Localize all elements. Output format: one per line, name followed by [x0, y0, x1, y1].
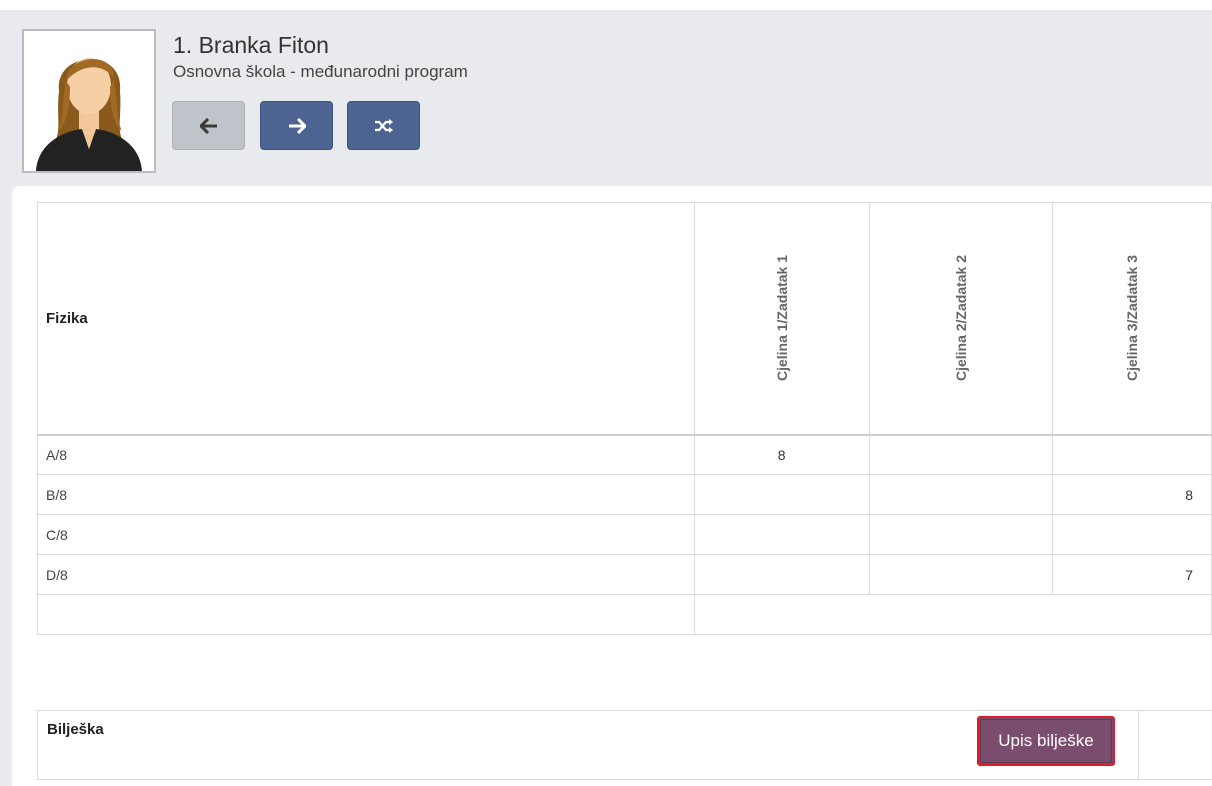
student-name: 1. Branka Fiton — [173, 32, 329, 58]
grade-cell[interactable] — [868, 474, 1053, 515]
grade-cell[interactable] — [868, 554, 1053, 595]
summary-cell — [37, 594, 695, 635]
grade-cell[interactable] — [693, 474, 870, 515]
table-row: B/8 8 — [37, 474, 1212, 515]
row-label: B/8 — [37, 474, 695, 515]
grade-cell[interactable]: 8 — [1051, 474, 1212, 515]
student-header: 1. Branka Fiton Osnovna škola - međunaro… — [0, 10, 1212, 186]
subject-header: Fizika — [37, 202, 695, 436]
grade-cell[interactable]: 8 — [693, 434, 870, 475]
column-header: Cjelina 1/Zadatak 1 — [693, 202, 870, 436]
column-header: Cjelina 2/Zadatak 2 — [868, 202, 1053, 436]
top-strip — [0, 0, 1212, 10]
table-summary-row — [37, 594, 1212, 635]
note-divider — [1138, 711, 1139, 781]
grade-cell[interactable]: 7 — [1051, 554, 1212, 595]
next-student-button[interactable] — [260, 101, 333, 150]
summary-cell — [693, 594, 1212, 635]
random-student-button[interactable] — [347, 101, 420, 150]
grade-cell[interactable] — [868, 434, 1053, 475]
column-header-label: Cjelina 3/Zadatak 3 — [1123, 255, 1140, 382]
arrow-right-icon — [288, 117, 306, 134]
student-program: Osnovna škola - međunarodni program — [173, 62, 468, 81]
previous-student-button[interactable] — [172, 101, 245, 150]
grade-cell[interactable] — [693, 554, 870, 595]
arrow-left-icon — [199, 117, 217, 134]
student-avatar — [22, 29, 156, 173]
grade-cell[interactable] — [1051, 434, 1212, 475]
table-header-row: Fizika Cjelina 1/Zadatak 1 Cjelina 2/Zad… — [37, 202, 1212, 436]
grade-cell[interactable] — [1051, 514, 1212, 555]
column-header: Cjelina 3/Zadatak 3 — [1051, 202, 1212, 436]
note-label: Bilješka — [47, 721, 104, 738]
row-label: A/8 — [37, 434, 695, 475]
add-note-button-label: Upis bilješke — [980, 719, 1112, 763]
row-label: D/8 — [37, 554, 695, 595]
avatar-silhouette-icon — [36, 58, 142, 171]
row-label: C/8 — [37, 514, 695, 555]
grades-table: Fizika Cjelina 1/Zadatak 1 Cjelina 2/Zad… — [37, 202, 1212, 635]
add-note-button[interactable]: Upis bilješke — [977, 716, 1115, 766]
column-header-label: Cjelina 1/Zadatak 1 — [773, 255, 790, 382]
table-row: A/8 8 — [37, 434, 1212, 475]
column-header-label: Cjelina 2/Zadatak 2 — [952, 255, 969, 382]
note-section: Bilješka Upis bilješke — [37, 710, 1212, 781]
grade-cell[interactable] — [868, 514, 1053, 555]
grade-cell[interactable] — [693, 514, 870, 555]
shuffle-icon — [374, 118, 393, 133]
table-row: D/8 7 — [37, 554, 1212, 595]
table-row: C/8 — [37, 514, 1212, 555]
